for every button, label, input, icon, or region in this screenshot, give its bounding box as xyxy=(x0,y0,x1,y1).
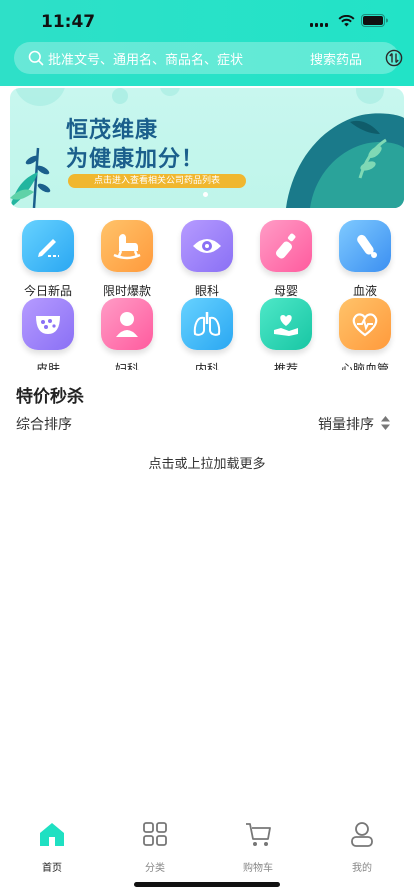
category-label: 推荐 xyxy=(273,362,298,370)
heart-hand-icon xyxy=(260,298,312,350)
category-label: 内科 xyxy=(194,362,219,370)
search-bar[interactable]: 批准文号、通用名、商品名、症状 搜索药品 xyxy=(14,42,403,74)
category-item[interactable]: 推荐 xyxy=(246,298,326,370)
scan-icon[interactable] xyxy=(385,49,403,71)
category-item[interactable]: 眼科 xyxy=(167,220,247,298)
signal-icon xyxy=(310,15,328,27)
category-item[interactable]: 内科 xyxy=(167,298,247,370)
banner-page-indicator xyxy=(203,192,208,197)
profile-icon xyxy=(348,820,376,848)
category-label: 血液 xyxy=(352,284,377,298)
grid-icon xyxy=(141,820,169,848)
tab-home[interactable]: 首页 xyxy=(12,820,92,874)
tab-label: 分类 xyxy=(145,863,165,874)
search-icon xyxy=(28,50,44,70)
wifi-icon xyxy=(338,14,355,27)
category-label: 心脑血管 xyxy=(340,362,389,370)
home-icon xyxy=(38,820,66,848)
skin-icon xyxy=(22,298,74,350)
tab-label: 首页 xyxy=(42,863,62,874)
sort-default-button[interactable]: 综合排序 xyxy=(16,414,72,434)
category-item[interactable]: 限时爆款 xyxy=(87,220,167,298)
status-icons xyxy=(310,14,388,27)
category-label: 限时爆款 xyxy=(102,284,151,298)
category-label: 妇科 xyxy=(114,362,139,370)
category-item[interactable]: 母婴 xyxy=(246,220,326,298)
test-tube-icon xyxy=(339,220,391,272)
category-label: 今日新品 xyxy=(23,284,72,298)
status-time: 11:47 xyxy=(41,12,96,32)
battery-icon xyxy=(361,14,388,27)
tab-label: 购物车 xyxy=(243,863,273,874)
eye-icon xyxy=(181,220,233,272)
banner-cta[interactable]: 点击进入查看相关公司药品列表 xyxy=(68,174,246,188)
tab-label: 我的 xyxy=(352,863,372,874)
category-grid: 今日新品 限时爆款 眼科 母婴 血液 皮肤 妇科 内科 推荐 心脑血管 xyxy=(0,216,414,370)
lungs-icon xyxy=(181,298,233,350)
home-indicator xyxy=(134,882,280,887)
cart-icon xyxy=(244,820,272,848)
category-item[interactable]: 今日新品 xyxy=(8,220,88,298)
search-input[interactable]: 批准文号、通用名、商品名、症状 xyxy=(48,49,243,68)
sort-by-sales-button[interactable]: 销量排序 xyxy=(318,414,374,434)
sort-arrows-icon[interactable] xyxy=(381,415,390,434)
promo-banner[interactable]: 恒茂维康 为健康加分！ 点击进入查看相关公司药品列表 xyxy=(10,88,404,208)
banner-subheadline: 为健康加分！ xyxy=(66,147,205,172)
woman-icon xyxy=(101,298,153,350)
pen-icon xyxy=(22,220,74,272)
status-bar: 11:47 xyxy=(0,0,414,44)
search-button[interactable]: 搜索药品 xyxy=(310,49,362,68)
rocking-horse-icon xyxy=(101,220,153,272)
category-label: 眼科 xyxy=(194,284,219,298)
baby-bottle-icon xyxy=(260,220,312,272)
banner-headline: 恒茂维康 xyxy=(66,118,159,143)
tab-profile[interactable]: 我的 xyxy=(322,820,402,874)
header: 11:47 批准文号、通用名、商品名、症状 搜索药品 xyxy=(0,0,414,86)
category-item[interactable]: 皮肤 xyxy=(8,298,88,370)
tab-cart[interactable]: 购物车 xyxy=(218,820,298,874)
category-item[interactable]: 血液 xyxy=(325,220,405,298)
category-label: 皮肤 xyxy=(35,362,60,370)
heart-pulse-icon xyxy=(339,298,391,350)
section-title: 特价秒杀 xyxy=(16,387,84,407)
category-item[interactable]: 心脑血管 xyxy=(325,298,405,370)
load-more-button[interactable]: 点击或上拉加载更多 xyxy=(0,453,414,472)
category-item[interactable]: 妇科 xyxy=(87,298,167,370)
tab-category[interactable]: 分类 xyxy=(115,820,195,874)
category-label: 母婴 xyxy=(273,284,298,298)
